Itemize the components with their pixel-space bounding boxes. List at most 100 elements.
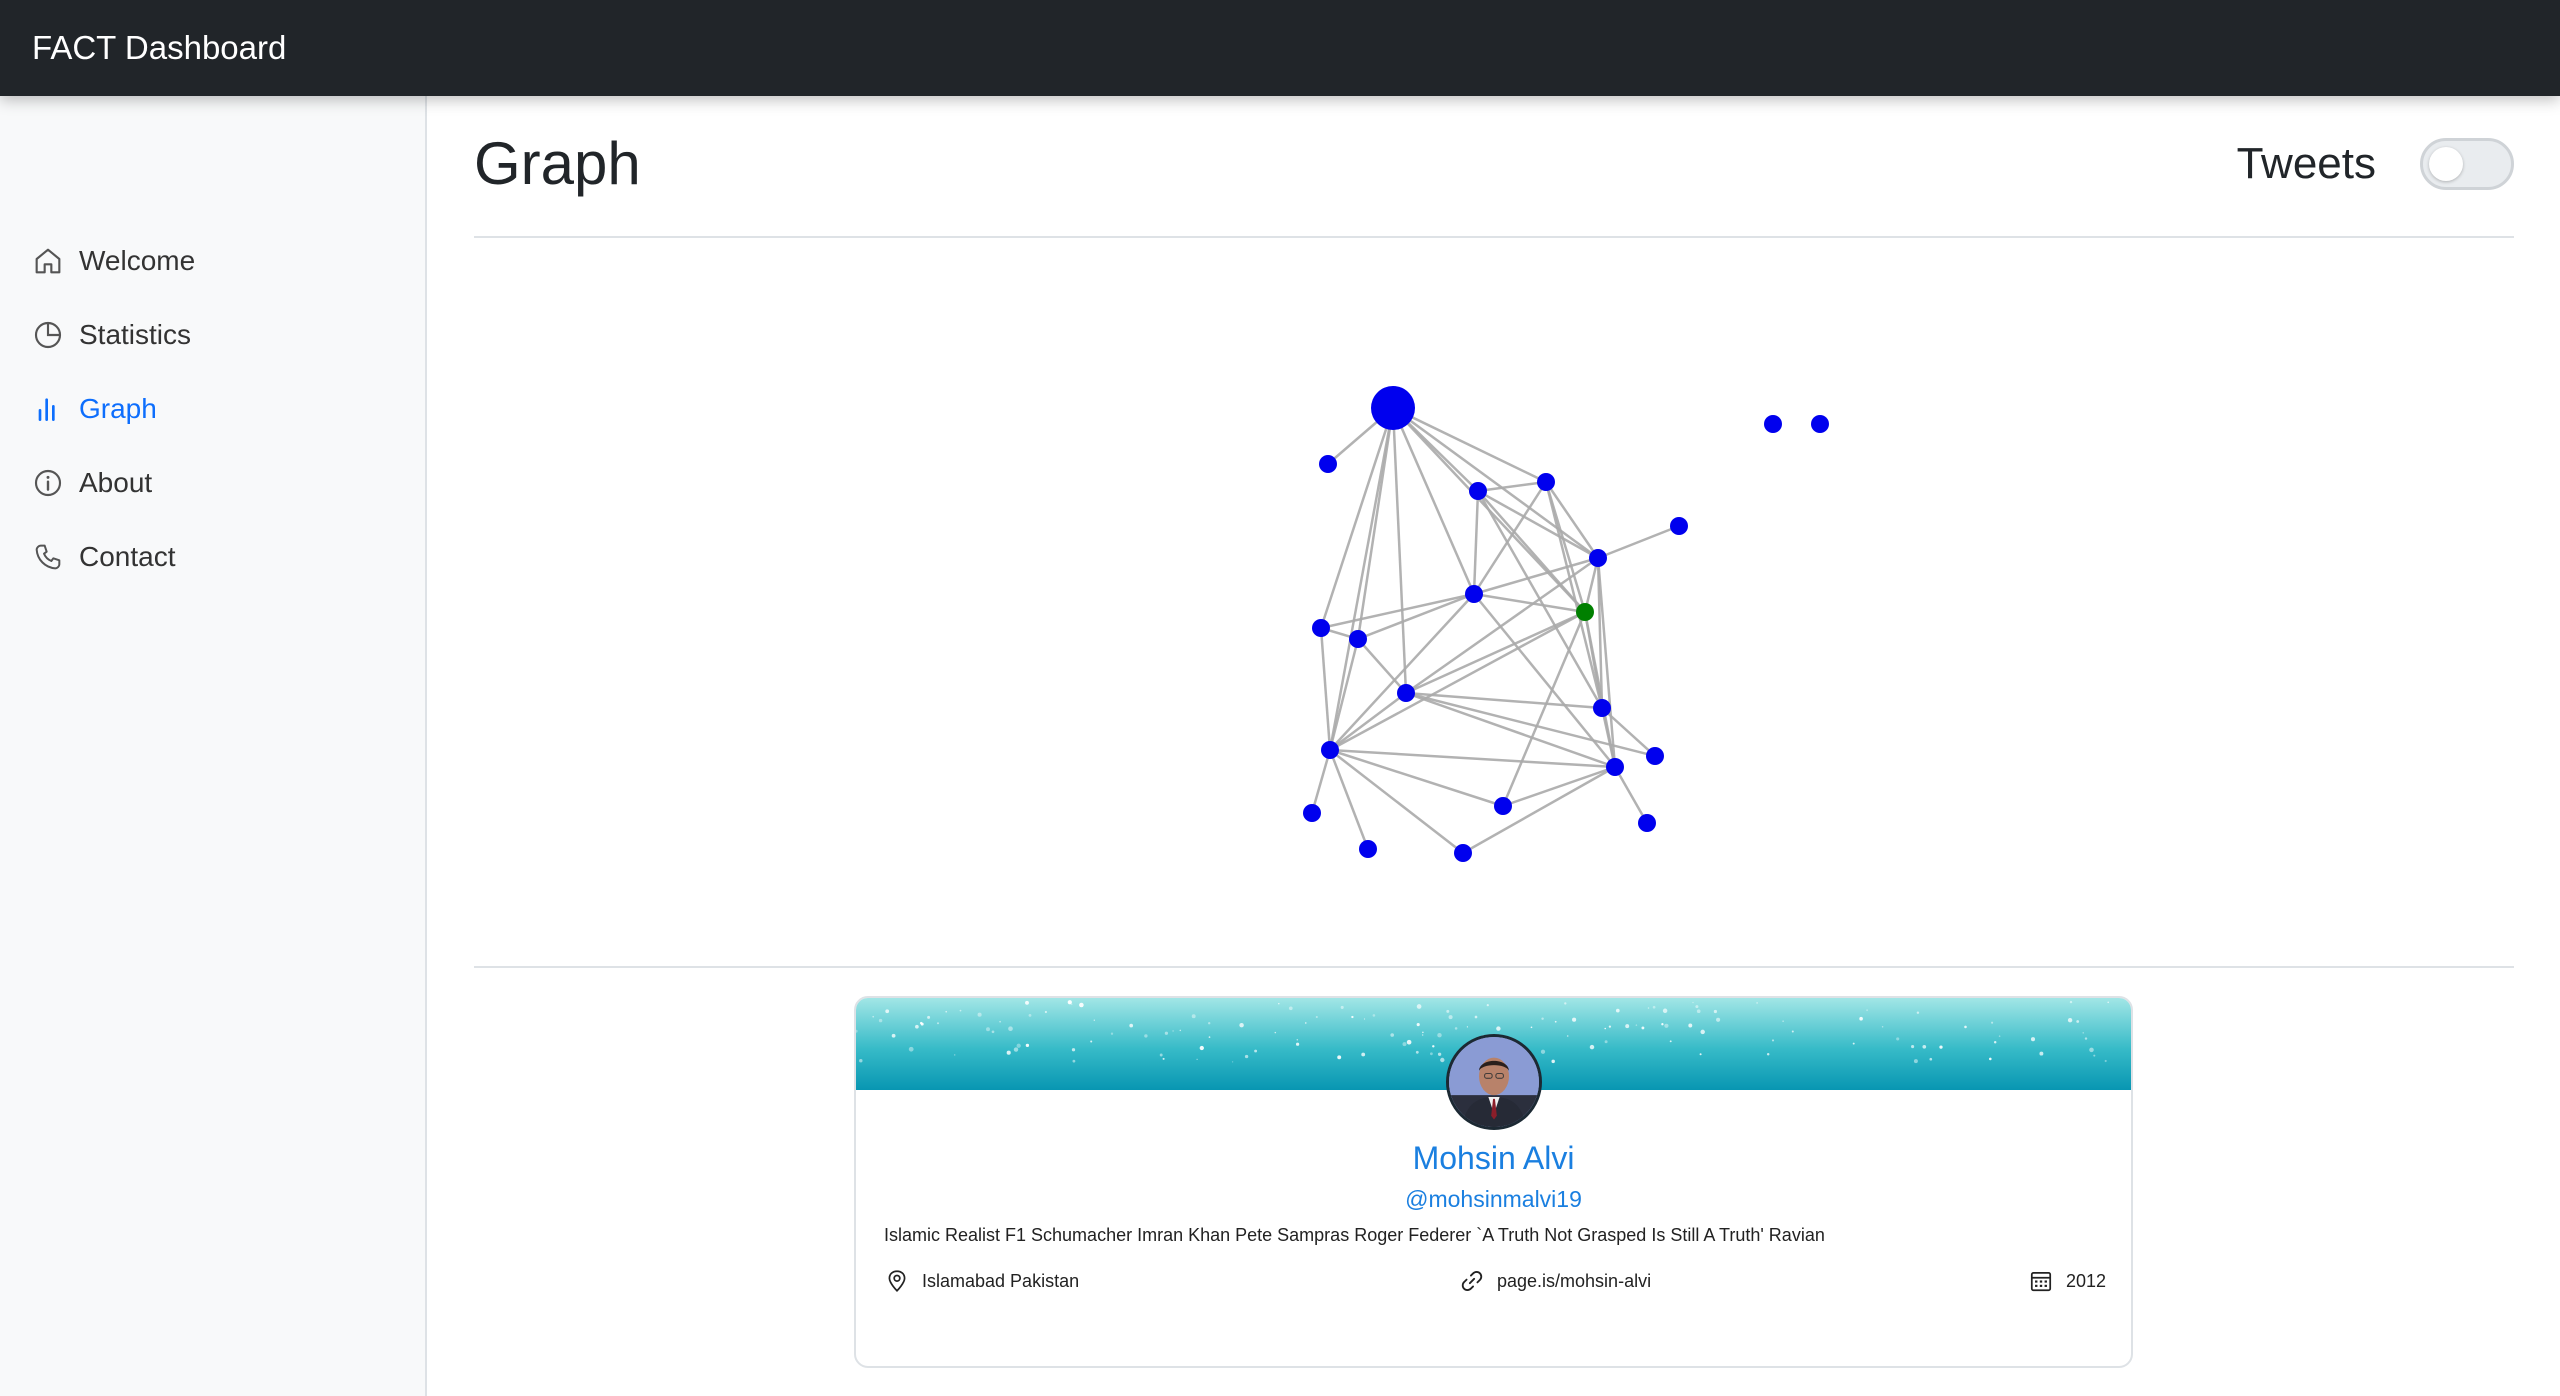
graph-node[interactable] bbox=[1359, 840, 1377, 858]
sidebar-item-about[interactable]: About bbox=[32, 459, 152, 507]
graph-edges bbox=[1310, 406, 1680, 855]
network-graph[interactable] bbox=[474, 238, 2514, 1048]
sparkle bbox=[1415, 1050, 1419, 1054]
sparkle bbox=[1448, 1015, 1453, 1020]
sparkle bbox=[1008, 1026, 1013, 1032]
profile-bio: Islamic Realist F1 Schumacher Imran Khan… bbox=[884, 1225, 1825, 1245]
graph-edge bbox=[1544, 481, 1604, 709]
profile-joined: 2012 bbox=[2028, 1266, 2106, 1296]
graph-edge bbox=[1462, 765, 1616, 855]
sparkle bbox=[1093, 1019, 1095, 1021]
graph-node[interactable] bbox=[1589, 549, 1607, 567]
sparkle bbox=[1208, 1036, 1211, 1038]
graph-node[interactable] bbox=[1397, 684, 1415, 702]
sparkle bbox=[1929, 1057, 1933, 1061]
sparkle bbox=[936, 1022, 940, 1025]
sparkle bbox=[1337, 1055, 1342, 1060]
graph-edge bbox=[1405, 556, 1599, 695]
graph-node[interactable] bbox=[1764, 415, 1782, 433]
app-title[interactable]: FACT Dashboard bbox=[32, 27, 286, 69]
graph-edge bbox=[1472, 490, 1480, 595]
sparkle bbox=[1430, 1052, 1433, 1056]
sidebar-item-welcome[interactable]: Welcome bbox=[32, 237, 195, 285]
tweets-toggle-label: Tweets bbox=[2236, 139, 2376, 188]
toggle-knob bbox=[2429, 147, 2463, 181]
sparkle bbox=[1964, 1025, 1967, 1029]
joined-year: 2012 bbox=[2066, 1270, 2107, 1291]
sparkle bbox=[1589, 1044, 1595, 1050]
sparkle bbox=[2104, 1059, 2107, 1063]
graph-node[interactable] bbox=[1537, 473, 1555, 491]
graph-node[interactable] bbox=[1469, 482, 1487, 500]
sparkle bbox=[1791, 1030, 1794, 1033]
tweets-toggle[interactable] bbox=[2420, 138, 2514, 190]
sparkle bbox=[1454, 1027, 1458, 1030]
sparkle bbox=[1361, 1052, 1366, 1057]
graph-node[interactable] bbox=[1606, 758, 1624, 776]
pie-chart-icon bbox=[34, 321, 62, 349]
link-icon bbox=[1461, 1271, 1483, 1291]
graph-node[interactable] bbox=[1811, 415, 1829, 433]
sparkle bbox=[1016, 1043, 1021, 1048]
sparkle bbox=[1254, 1049, 1258, 1053]
sparkle bbox=[1437, 1052, 1442, 1056]
sparkle bbox=[2076, 1020, 2080, 1023]
graph-node[interactable] bbox=[1593, 699, 1611, 717]
sparkle bbox=[1191, 1014, 1196, 1019]
sparkle bbox=[1652, 1005, 1656, 1009]
sparkle bbox=[1079, 1002, 1084, 1008]
sidebar-item-graph[interactable]: Graph bbox=[32, 385, 157, 433]
sparkle bbox=[856, 1029, 858, 1033]
sparkle bbox=[1604, 1027, 1606, 1030]
sparkle bbox=[1551, 1059, 1555, 1064]
graph-node[interactable] bbox=[1303, 804, 1321, 822]
graph-node-selected[interactable] bbox=[1576, 603, 1594, 621]
sparkle bbox=[2107, 1001, 2109, 1004]
graph-node[interactable] bbox=[1349, 630, 1367, 648]
sparkle bbox=[1437, 1032, 1442, 1038]
sparkle bbox=[1416, 1023, 1420, 1027]
phone-icon bbox=[35, 544, 61, 570]
sidebar-item-label: Contact bbox=[79, 541, 176, 572]
bar-chart-icon bbox=[38, 398, 55, 421]
graph-node[interactable] bbox=[1670, 517, 1688, 535]
sparkle bbox=[1939, 1045, 1943, 1049]
sparkle bbox=[1554, 1020, 1557, 1023]
sparkle bbox=[1025, 1043, 1030, 1048]
graph-node[interactable] bbox=[1465, 585, 1483, 603]
sparkle bbox=[986, 1027, 990, 1032]
sparkle bbox=[1363, 1018, 1366, 1020]
sparkle bbox=[1390, 1033, 1395, 1037]
sparkle bbox=[1486, 1004, 1489, 1007]
graph-node[interactable] bbox=[1312, 619, 1330, 637]
sidebar-item-statistics[interactable]: Statistics bbox=[32, 311, 191, 359]
sparkle bbox=[1278, 1002, 1280, 1005]
sparkle bbox=[1402, 1042, 1407, 1047]
sparkle bbox=[1072, 1059, 1076, 1063]
profile-name[interactable]: Mohsin Alvi bbox=[856, 1138, 2131, 1178]
sparkle bbox=[1896, 1037, 1900, 1041]
sparkle bbox=[1090, 1040, 1093, 1043]
profile-handle[interactable]: @mohsinmalvi19 bbox=[856, 1184, 2131, 1214]
sparkle bbox=[908, 1046, 914, 1052]
profile-card: Mohsin Alvi @mohsinmalvi19 Islamic Reali… bbox=[854, 996, 2133, 1368]
sparkle bbox=[1422, 1031, 1424, 1034]
sparkle bbox=[1295, 1042, 1300, 1046]
sparkle bbox=[1716, 1017, 1721, 1022]
graph-node[interactable] bbox=[1494, 797, 1512, 815]
graph-edge bbox=[1473, 592, 1586, 614]
graph-node[interactable] bbox=[1371, 386, 1415, 430]
graph-node[interactable] bbox=[1454, 844, 1472, 862]
sidebar-item-contact[interactable]: Contact bbox=[32, 533, 176, 581]
graph-node[interactable] bbox=[1638, 814, 1656, 832]
sparkle bbox=[1852, 1042, 1855, 1045]
website-link[interactable]: page.is/mohsin-alvi bbox=[1497, 1271, 1651, 1292]
sparkle bbox=[2082, 1032, 2084, 1034]
graph-node[interactable] bbox=[1321, 741, 1339, 759]
profile-website[interactable]: page.is/mohsin-alvi bbox=[1459, 1266, 1651, 1296]
graph-node[interactable] bbox=[1646, 747, 1664, 765]
sparkle bbox=[999, 1020, 1001, 1023]
sparkle bbox=[1766, 1053, 1770, 1056]
page-title: Graph bbox=[474, 130, 641, 197]
graph-node[interactable] bbox=[1319, 455, 1337, 473]
